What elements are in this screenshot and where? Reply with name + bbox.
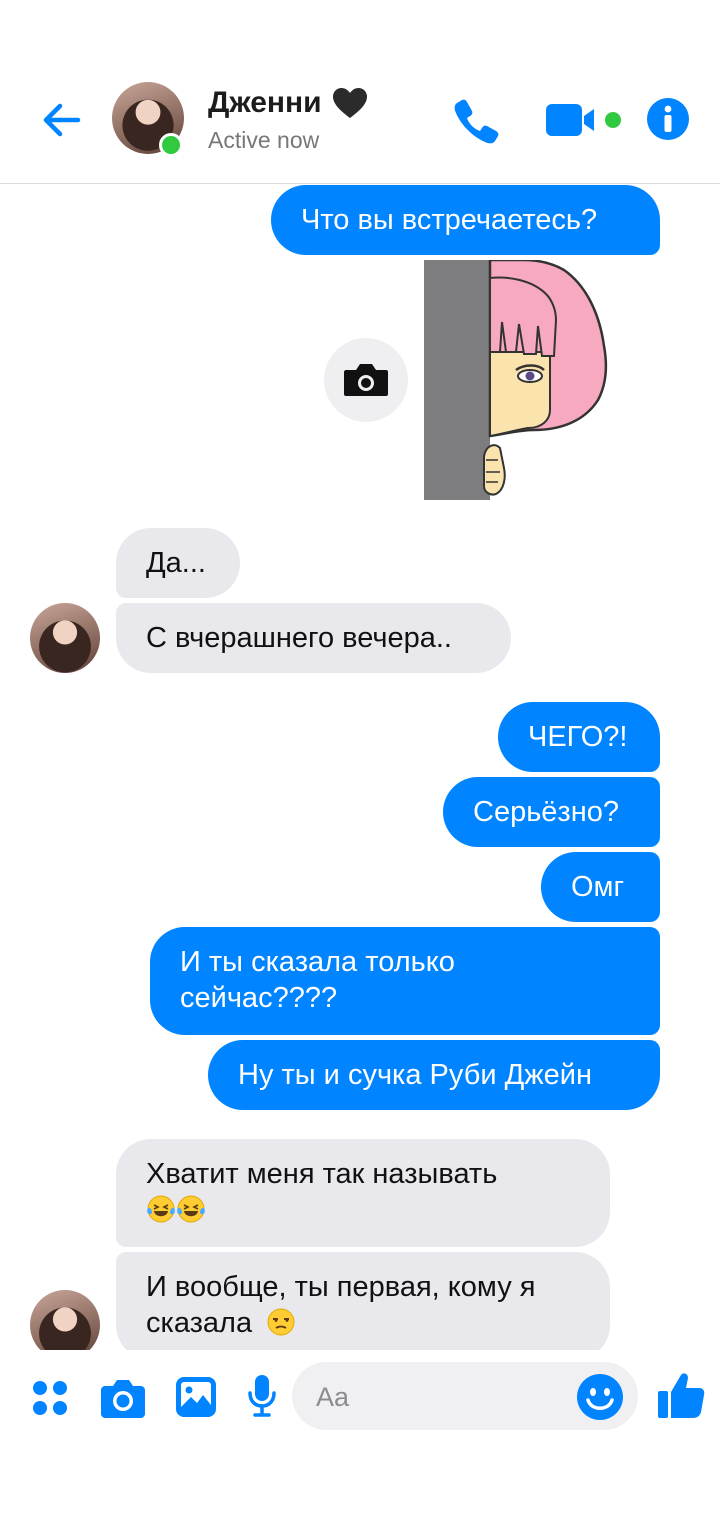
message-text: сказала	[146, 1307, 253, 1339]
message-text: Что вы встречаетесь?	[301, 204, 598, 236]
message-text-line: сказала	[146, 1305, 580, 1341]
message-text: Серьёзно?	[473, 796, 620, 828]
message-text-line: И ты сказала только	[180, 946, 455, 978]
camera-share-button[interactable]	[324, 338, 408, 422]
online-indicator	[159, 133, 183, 157]
contact-name[interactable]: Дженни	[208, 86, 368, 120]
active-status: Active now	[208, 127, 320, 153]
message-bubble-outgoing[interactable]: Серьёзно?	[443, 777, 660, 847]
message-bubble-outgoing[interactable]: Омг	[541, 852, 660, 922]
emoji-line	[146, 1192, 580, 1228]
sender-avatar[interactable]	[30, 603, 100, 673]
message-text: С вчерашнего вечера..	[146, 622, 452, 654]
info-icon[interactable]	[646, 97, 690, 141]
gallery-icon[interactable]	[174, 1375, 218, 1419]
message-bubble-incoming[interactable]: Хватит меня так называть	[116, 1139, 610, 1247]
black-heart-icon	[332, 88, 367, 118]
message-bubble-incoming[interactable]: И вообще, ты первая, кому я сказала	[116, 1252, 610, 1360]
camera-icon[interactable]	[99, 1376, 147, 1420]
contact-name-text: Дженни	[208, 86, 322, 119]
thumbs-up-icon[interactable]	[656, 1370, 706, 1420]
unamused-face-emoji	[267, 1308, 295, 1336]
message-text: Ну ты и сучка Руби Джейн	[238, 1059, 592, 1091]
apps-icon[interactable]	[30, 1378, 70, 1418]
message-text: Да...	[146, 547, 206, 579]
emoji-icon[interactable]	[576, 1373, 624, 1421]
message-input-placeholder: Aa	[316, 1382, 350, 1412]
message-bubble-outgoing[interactable]: И ты сказала только сейчас????	[150, 927, 660, 1035]
message-bubble-outgoing[interactable]: ЧЕГО?!	[498, 702, 660, 772]
back-arrow-icon[interactable]	[38, 96, 86, 144]
message-text-line: И вообще, ты первая, кому я	[146, 1271, 536, 1303]
message-text-line: сейчас????	[180, 982, 338, 1014]
message-text-line: Хватит меня так называть	[146, 1158, 498, 1190]
chat-header: Дженни Active now	[0, 0, 720, 184]
message-text: Омг	[571, 871, 625, 903]
laughing-tears-emoji	[177, 1195, 205, 1223]
message-bubble-incoming[interactable]: С вчерашнего вечера..	[116, 603, 511, 673]
message-bubble-outgoing[interactable]: Что вы встречаетесь?	[271, 185, 660, 255]
video-call-icon[interactable]	[544, 100, 624, 140]
message-bubble-outgoing[interactable]: Ну ты и сучка Руби Джейн	[208, 1040, 660, 1110]
message-bubble-incoming[interactable]: Да...	[116, 528, 240, 598]
laughing-tears-emoji	[147, 1195, 175, 1223]
microphone-icon[interactable]	[246, 1373, 278, 1419]
camera-icon	[344, 364, 388, 396]
message-text: ЧЕГО?!	[528, 721, 628, 753]
peeking-girl-sticker[interactable]	[424, 260, 610, 500]
phone-call-icon[interactable]	[452, 96, 502, 146]
